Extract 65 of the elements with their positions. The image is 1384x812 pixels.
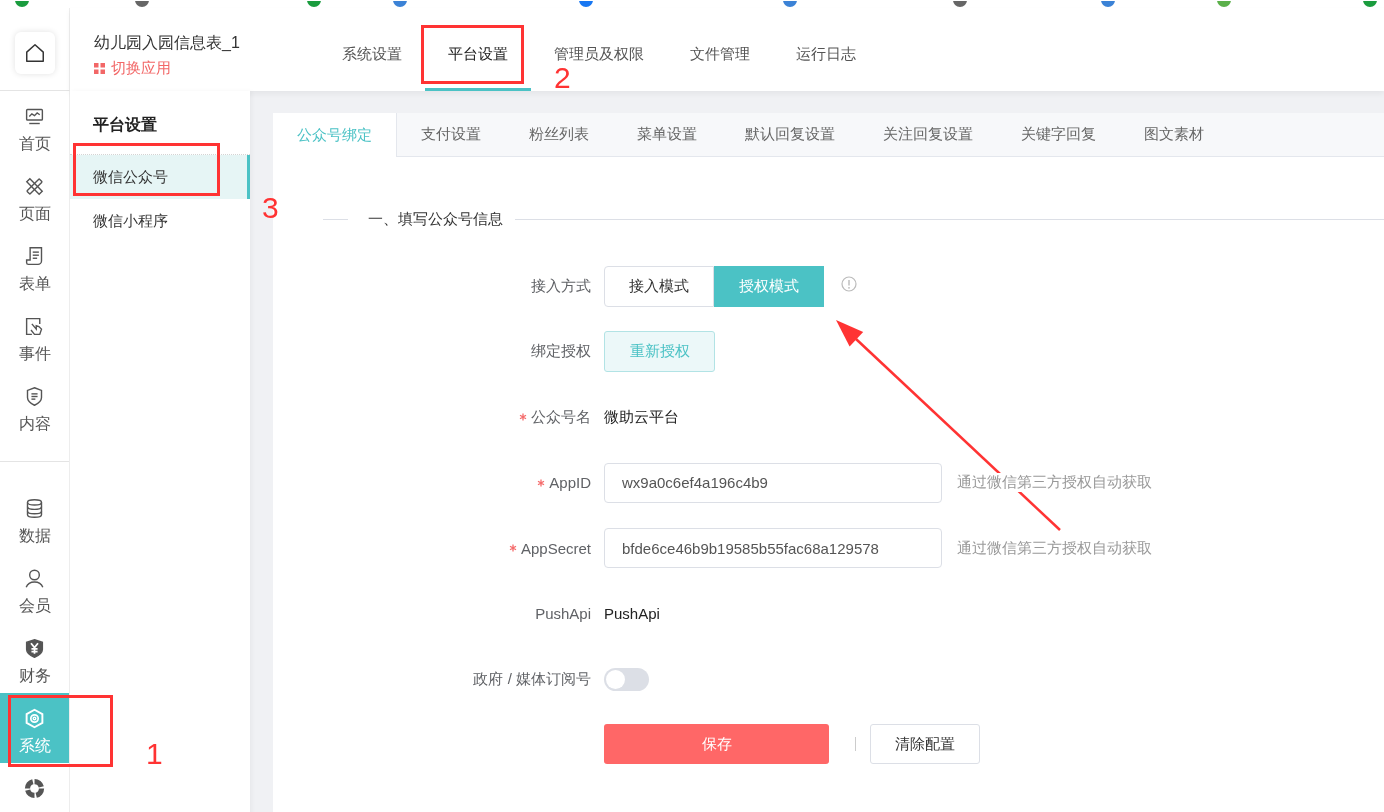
tab[interactable]: 默认回复设置 — [721, 113, 859, 156]
home-button[interactable] — [14, 32, 55, 74]
bookmark-icon[interactable] — [578, 1, 594, 8]
hexagon-icon — [24, 708, 45, 729]
clear-button[interactable]: 清除配置 — [870, 724, 980, 764]
rail-item[interactable]: 数据 — [0, 483, 69, 553]
bookmark-icon[interactable] — [952, 1, 968, 8]
field-label: 接入方式 — [531, 276, 591, 296]
database-icon — [24, 498, 45, 519]
pencil-ruler-icon — [24, 176, 45, 197]
sidebar-item[interactable]: 微信小程序 — [70, 199, 250, 243]
monitor-icon — [24, 106, 45, 127]
hand-pointer-icon — [24, 316, 45, 337]
bookmark-icon[interactable] — [1216, 1, 1232, 8]
bookmark-icon[interactable] — [1362, 1, 1378, 8]
field-hint: 通过微信第三方授权自动获取 — [957, 473, 1152, 492]
person-icon — [24, 568, 45, 589]
field-value: PushApi — [604, 605, 660, 622]
field-label: 公众号名 — [531, 407, 591, 427]
tab[interactable]: 关键字回复 — [997, 113, 1120, 156]
home-icon — [23, 42, 46, 64]
bookmark-icon[interactable] — [306, 1, 322, 8]
tab[interactable]: 菜单设置 — [613, 113, 721, 156]
tab[interactable]: 支付设置 — [397, 113, 505, 156]
field-value: 微助云平台 — [604, 407, 679, 427]
bookmark-icon[interactable] — [392, 1, 408, 8]
input-field[interactable]: wx9a0c6ef4a196c4b9 — [604, 462, 942, 503]
rail-item[interactable]: 首页 — [0, 91, 69, 161]
field-label: 绑定授权 — [531, 342, 591, 361]
app-title: 幼儿园入园信息表_1 — [94, 33, 240, 53]
yen-shield-icon — [24, 638, 45, 659]
nav-tab[interactable]: 运行日志 — [773, 8, 879, 91]
input-field[interactable]: bfde6ce46b9b19585b55fac68a129578 — [604, 528, 942, 568]
ring-icon — [24, 778, 45, 799]
annotation-number: 1 — [146, 738, 163, 770]
bookmark-icon[interactable] — [1100, 1, 1116, 8]
tab[interactable]: 关注回复设置 — [859, 113, 997, 156]
annotation-number: 3 — [262, 192, 279, 224]
field-label: PushApi — [535, 605, 591, 622]
rail-item[interactable]: 会员 — [0, 553, 69, 623]
document-icon — [24, 246, 45, 267]
rail-item[interactable]: 表单 — [0, 231, 69, 301]
field-label: 政府 / 媒体订阅号 — [473, 669, 591, 689]
bookmark-icon[interactable] — [134, 1, 150, 8]
rail-item[interactable]: 财务 — [0, 623, 69, 693]
rail-item[interactable]: 事件 — [0, 301, 69, 371]
grid-icon — [94, 62, 105, 74]
section-title: 一、填写公众号信息 — [368, 209, 503, 229]
sidebar-item[interactable]: 微信公众号 — [70, 155, 250, 199]
tab[interactable]: 粉丝列表 — [505, 113, 613, 156]
bookmark-icon[interactable] — [14, 1, 30, 8]
nav-tab[interactable]: 系统设置 — [319, 8, 425, 91]
field-label: AppID — [549, 474, 591, 491]
rail-item[interactable]: 内容 — [0, 371, 69, 441]
bookmark-icon[interactable] — [782, 1, 798, 8]
toggle-switch[interactable] — [604, 667, 649, 691]
nav-tab[interactable]: 文件管理 — [667, 8, 773, 91]
field-hint: 通过微信第三方授权自动获取 — [957, 538, 1152, 558]
sidebar-heading: 平台设置 — [92, 115, 158, 135]
field-label: AppSecret — [520, 539, 591, 557]
annotation-number: 2 — [554, 62, 571, 94]
rail-item[interactable]: 页面 — [0, 161, 69, 231]
tab[interactable]: 图文素材 — [1120, 113, 1228, 156]
shield-icon — [24, 386, 45, 407]
segment-button[interactable]: 接入模式 — [604, 265, 714, 307]
